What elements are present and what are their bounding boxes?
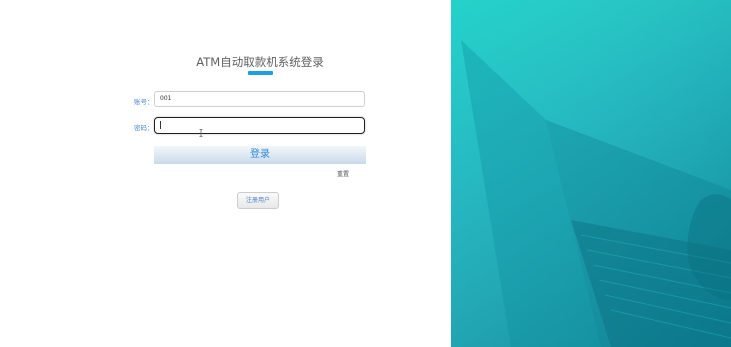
- laptop-illustration: [451, 0, 731, 347]
- account-label: 账号：: [134, 98, 154, 106]
- password-label: 密码：: [134, 124, 154, 132]
- register-button[interactable]: 注册用户: [237, 192, 279, 209]
- login-button[interactable]: 登录: [154, 146, 366, 164]
- background-image: [451, 0, 731, 347]
- text-cursor-icon: [199, 129, 203, 137]
- account-input[interactable]: 001: [154, 91, 365, 107]
- password-input[interactable]: [154, 117, 365, 134]
- page-title: ATM自动取款机系统登录: [196, 55, 324, 69]
- text-caret: [160, 120, 161, 129]
- reset-button[interactable]: 重置: [337, 169, 349, 178]
- login-panel: ATM自动取款机系统登录 账号： 001 密码： 登录 重置 注册用户: [0, 0, 451, 347]
- title-underline: [248, 71, 273, 75]
